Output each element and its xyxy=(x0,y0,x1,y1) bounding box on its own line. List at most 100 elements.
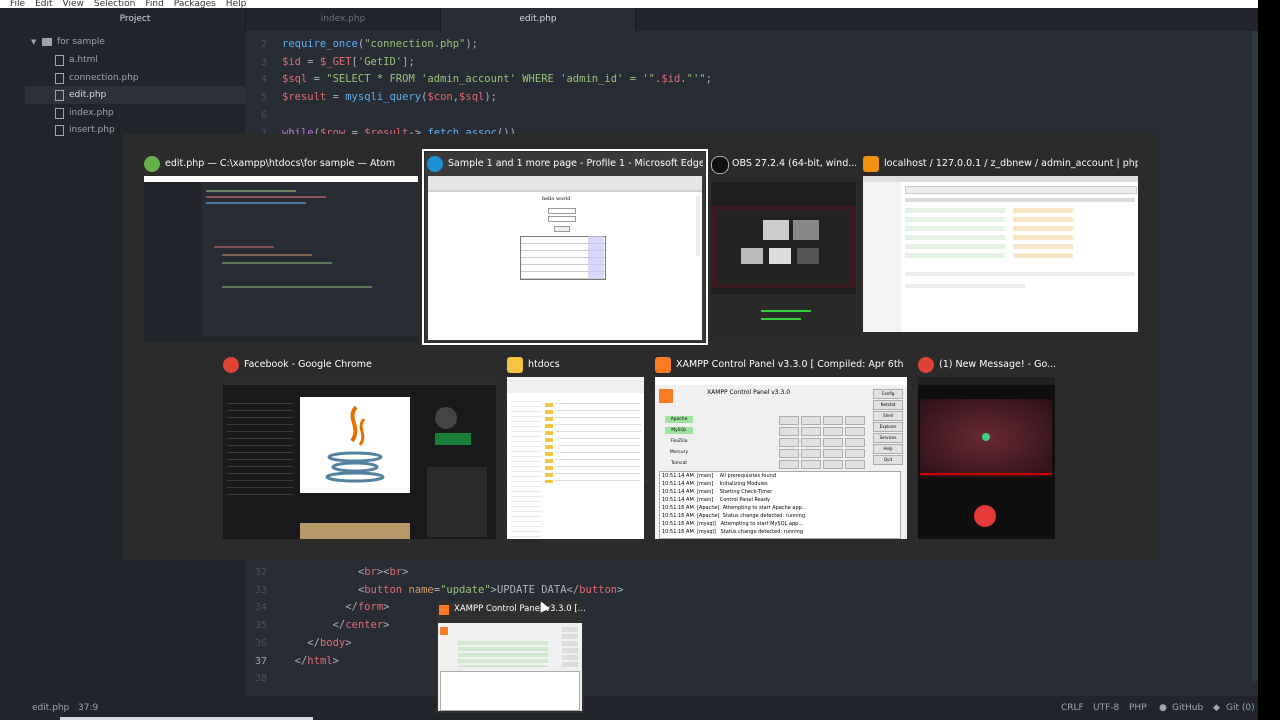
status-line-ending[interactable]: CRLF xyxy=(1061,696,1084,720)
git-icon: ◆ xyxy=(1213,703,1220,713)
code-token: "update" xyxy=(440,583,491,596)
line-number: 3 xyxy=(260,56,267,68)
code-line[interactable]: $sql = "SELECT * FROM 'admin_account' WH… xyxy=(282,73,712,85)
tree-file-item[interactable]: index.php xyxy=(25,104,245,122)
menu-item[interactable]: Help xyxy=(226,0,247,8)
switcher-window-obs[interactable]: OBS 27.2.4 (64-bit, wind... xyxy=(711,152,856,342)
code-token: < xyxy=(282,566,365,578)
xampp-log-line: 10:51:16 AM [Apache] Attempting to start… xyxy=(662,505,807,511)
xampp-module-name: FileZilla xyxy=(670,439,688,444)
xampp-module-row: FileZilla xyxy=(659,437,869,447)
window-title: localhost / 127.0.0.1 / z_dbnew / admin_… xyxy=(884,158,1138,169)
xampp-module-button xyxy=(823,460,843,469)
window-title: htdocs xyxy=(528,359,560,370)
xampp-module-button xyxy=(823,438,843,447)
xampp-module-name: Tomcat xyxy=(670,461,688,466)
file-label: a.html xyxy=(69,55,98,65)
window-thumbnail xyxy=(223,377,496,539)
status-github[interactable]: GitHub xyxy=(1172,696,1203,720)
code-line[interactable]: </center> xyxy=(282,619,390,631)
switcher-window-atom[interactable]: edit.php — C:\xampp\htdocs\for sample — … xyxy=(144,152,418,342)
code-line[interactable]: $id = $_GET['GetID']; xyxy=(282,56,415,68)
switcher-window-chrome-facebook[interactable]: Facebook - Google Chrome xyxy=(223,353,496,539)
menu-item[interactable]: Packages xyxy=(174,0,216,8)
tab-project[interactable]: Project xyxy=(25,8,246,31)
code-token: >UPDATE DATA</ xyxy=(490,583,580,596)
tree-file-item[interactable]: a.html xyxy=(25,51,245,69)
tab-bar: Project index.php edit.php xyxy=(25,8,1258,31)
window-title: edit.php — C:\xampp\htdocs\for sample — … xyxy=(165,158,396,169)
xampp-log-line: 10:51:14 AM [main] Starting Check-Timer xyxy=(662,489,773,495)
code-token: ); xyxy=(484,91,497,104)
menu-item[interactable]: View xyxy=(63,0,84,8)
switcher-window-htdocs[interactable]: htdocs xyxy=(507,353,644,539)
code-line[interactable]: <br><br> xyxy=(282,566,409,578)
xampp-side-button: Shell xyxy=(873,411,903,421)
code-line[interactable]: </html> xyxy=(282,655,339,667)
menu-item[interactable]: File xyxy=(10,0,25,8)
xampp-module-button xyxy=(779,427,799,436)
code-line[interactable]: </form> xyxy=(282,601,389,613)
status-encoding[interactable]: UTF-8 xyxy=(1093,696,1119,720)
tree-file-item[interactable]: edit.php xyxy=(25,86,245,104)
window-title: XAMPP Control Panel v3.3.0 [ Compiled: A… xyxy=(676,359,907,370)
xampp-module-row: Apache xyxy=(659,415,869,425)
code-line[interactable]: <button name="update">UPDATE DATA</butto… xyxy=(282,583,624,596)
xampp-log-line: 10:51:16 AM [mysql] Attempting to start … xyxy=(662,521,804,527)
code-token: = xyxy=(326,91,346,104)
preview-thumbnail xyxy=(438,623,582,711)
phpmyadmin-icon xyxy=(863,156,879,172)
window-thumbnail xyxy=(711,176,856,342)
tree-file-item[interactable]: connection.php xyxy=(25,69,245,87)
status-grammar[interactable]: PHP xyxy=(1129,696,1147,720)
menu-item[interactable]: Find xyxy=(145,0,163,8)
xampp-module-name: Apache xyxy=(665,416,693,423)
file-label: edit.php xyxy=(69,90,107,100)
xampp-module-button xyxy=(779,416,799,425)
switcher-window-xampp[interactable]: XAMPP Control Panel v3.3.0 [ Compiled: A… xyxy=(655,353,907,539)
task-switcher: edit.php — C:\xampp\htdocs\for sample — … xyxy=(123,134,1158,560)
file-label: insert.php xyxy=(69,125,115,135)
code-line[interactable]: require_once("connection.php"); xyxy=(282,38,478,50)
status-git[interactable]: Git (0) xyxy=(1226,696,1255,720)
xampp-module-button xyxy=(779,449,799,458)
window-thumbnail: XAMPP Control Panel v3.3.0 Apache MySQL Fi… xyxy=(655,377,907,539)
window-title: (1) New Message! - Go... xyxy=(939,359,1055,370)
code-token: = xyxy=(300,55,320,68)
xampp-module-button xyxy=(845,416,865,425)
xampp-module-button xyxy=(801,460,821,469)
code-token: ; xyxy=(705,73,712,86)
xampp-side-button: Netstat xyxy=(873,400,903,410)
tab-index-php[interactable]: index.php xyxy=(246,8,441,31)
chrome-icon xyxy=(223,357,239,373)
code-token: > xyxy=(402,566,409,578)
xampp-module-button xyxy=(823,416,843,425)
file-icon xyxy=(55,55,64,66)
code-line[interactable]: $result = mysqli_query($con,$sql); xyxy=(282,91,497,103)
editor-scrollbar[interactable] xyxy=(1252,31,1258,681)
file-icon xyxy=(55,72,64,84)
java-logo-image xyxy=(300,397,410,493)
line-number: 5 xyxy=(260,92,267,104)
code-line[interactable]: </body> xyxy=(282,637,351,649)
taskbar-preview-xampp[interactable]: XAMPP Control Panel v3.3.0 [... xyxy=(436,601,586,713)
code-token: ); xyxy=(465,38,478,50)
tree-folder-for-sample[interactable]: ▼ for sample xyxy=(25,33,245,51)
xampp-module-button xyxy=(779,438,799,447)
xampp-log-line: 10:51:14 AM [main] Initializing Modules xyxy=(662,481,768,487)
menu-item[interactable]: Edit xyxy=(35,0,52,8)
code-token: button xyxy=(364,583,403,596)
switcher-window-chrome-message[interactable]: (1) New Message! - Go... xyxy=(918,353,1055,539)
line-number: 37 xyxy=(254,655,267,667)
code-token: br xyxy=(364,566,377,578)
xampp-module-button xyxy=(801,427,821,436)
switcher-window-phpmyadmin[interactable]: localhost / 127.0.0.1 / z_dbnew / admin_… xyxy=(863,152,1138,342)
dock-strip xyxy=(0,8,25,720)
xampp-icon xyxy=(655,357,671,373)
switcher-window-edge[interactable]: Sample 1 and 1 more page - Profile 1 - M… xyxy=(422,149,708,345)
code-token: form xyxy=(357,601,384,614)
xampp-log-line: 10:51:16 AM [Apache] Status change detec… xyxy=(662,513,806,519)
tab-edit-php[interactable]: edit.php xyxy=(441,8,636,31)
xampp-log-line: 10:51:14 AM [main] Control Panel Ready xyxy=(662,497,770,503)
menu-item[interactable]: Selection xyxy=(94,0,135,8)
